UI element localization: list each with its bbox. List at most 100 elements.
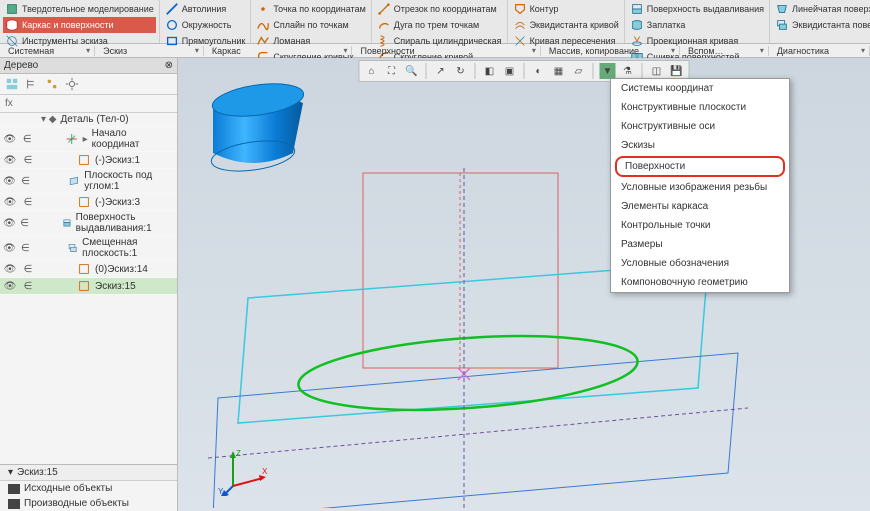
offset-curve-button[interactable]: Эквидистанта кривой	[511, 17, 621, 33]
tab-frame[interactable]: Каркас	[204, 46, 353, 56]
visibility-icon[interactable]: 👁	[3, 176, 16, 187]
vp-fit-icon[interactable]: ▣	[502, 63, 518, 79]
include-icon[interactable]: ∈	[20, 176, 32, 187]
dd-constructive-axes[interactable]: Конструктивные оси	[611, 117, 789, 136]
spline-points-button[interactable]: Сплайн по точкам	[254, 17, 367, 33]
dd-constructive-planes[interactable]: Конструктивные плоскости	[611, 98, 789, 117]
tab-surfaces[interactable]: Поверхности	[352, 46, 540, 56]
dd-layout-geom[interactable]: Компоновочную геометрию	[611, 273, 789, 292]
tree-item-offsetplane[interactable]: 👁∈ Смещенная плоскость:1	[0, 236, 177, 261]
visibility-icon[interactable]: 👁	[3, 243, 16, 254]
viewport-3d[interactable]: ⌂ ⛶ 🔍 ↗ ↻ ◧ ▣ ◐ ▦ ▱ ▼ ⚗ ◫ 💾 Системы коор…	[178, 58, 870, 511]
ruled-icon	[775, 2, 789, 16]
visibility-icon[interactable]: 👁	[3, 281, 17, 292]
tree-item-label: Плоскость под углом:1	[84, 170, 174, 192]
point-icon	[256, 2, 270, 16]
vp-expand-icon[interactable]: ⛶	[384, 63, 400, 79]
segment-icon	[377, 2, 391, 16]
vp-filter-icon[interactable]: ▼	[600, 63, 616, 79]
mode-surface[interactable]: Каркас и поверхности	[3, 17, 156, 33]
tree-item-extrude[interactable]: 👁 ∈ Поверхность выдавливания:1	[0, 211, 177, 236]
tree-filter-icon[interactable]	[45, 77, 59, 91]
include-icon[interactable]: ∈	[21, 155, 35, 166]
tree-item-label: Эскиз:15	[95, 281, 136, 292]
vp-home-icon[interactable]: ⌂	[364, 63, 380, 79]
tree-root[interactable]: ▾ ◆ Деталь (Тел-0)	[0, 113, 177, 127]
panel-pin-icon[interactable]: ⊗	[165, 60, 173, 71]
extrude-surf-button[interactable]: Поверхность выдавливания	[628, 1, 766, 17]
visibility-icon[interactable]: 👁	[3, 134, 17, 145]
include-icon[interactable]: ∈	[21, 281, 35, 292]
include-icon[interactable]: ∈	[21, 134, 35, 145]
folder-icon	[8, 484, 20, 494]
tree-item-angleplane[interactable]: 👁 ∈ Плоскость под углом:1	[0, 169, 177, 194]
circle-button[interactable]: Окружность	[163, 17, 248, 33]
tree-item-sketch14[interactable]: 👁 ∈ (0)Эскиз:14	[0, 261, 177, 278]
dd-thread-images[interactable]: Условные изображения резьбы	[611, 178, 789, 197]
segment-coord-button[interactable]: Отрезок по координатам	[375, 1, 504, 17]
visibility-icon[interactable]: 👁	[3, 218, 16, 229]
vp-wire-icon[interactable]: ▦	[551, 63, 567, 79]
tab-diag[interactable]: Диагностика	[769, 46, 870, 56]
vp-persp-icon[interactable]: ▱	[571, 63, 587, 79]
tree-item-sketch1[interactable]: 👁∈ (-)Эскиз:1	[0, 152, 177, 169]
dd-coord-systems[interactable]: Системы координат	[611, 79, 789, 98]
origin-icon	[65, 132, 79, 146]
derived-objects-row[interactable]: Производные объекты	[0, 496, 177, 511]
vp-zoom-icon[interactable]: 🔍	[404, 63, 420, 79]
ruled-surf-button[interactable]: Линейчатая поверхность	[773, 1, 870, 17]
tree-item-origin[interactable]: 👁∈ ▸ Начало координат	[0, 127, 177, 152]
dd-control-points[interactable]: Контрольные точки	[611, 216, 789, 235]
tree-root-label: Деталь (Тел-0)	[61, 114, 129, 125]
patch-button[interactable]: Заплатка	[628, 17, 766, 33]
include-icon[interactable]: ∈	[21, 197, 35, 208]
tree-settings-icon[interactable]	[65, 77, 79, 91]
tree-view-icon[interactable]	[5, 77, 19, 91]
ribbon-seg: Отрезок по координатам Дуга по трем точк…	[372, 0, 508, 43]
axis-gizmo[interactable]: Z X Y	[218, 446, 268, 496]
include-icon[interactable]: ∈	[20, 218, 30, 229]
tree-item-label: (0)Эскиз:14	[95, 264, 148, 275]
vp-display-filter-icon[interactable]: ⚗	[620, 63, 636, 79]
tree-item-sketch3[interactable]: 👁∈ (-)Эскиз:3	[0, 194, 177, 211]
vp-section-icon[interactable]: ◫	[649, 63, 665, 79]
include-icon[interactable]: ∈	[21, 264, 35, 275]
dd-frame-elements[interactable]: Элементы каркаса	[611, 197, 789, 216]
tab-system[interactable]: Системная	[0, 46, 95, 56]
tree-item-sketch15[interactable]: 👁 ∈ Эскиз:15	[0, 278, 177, 295]
vp-orbit-icon[interactable]: ↻	[453, 63, 469, 79]
visibility-icon[interactable]: 👁	[3, 155, 17, 166]
dd-dimensions[interactable]: Размеры	[611, 235, 789, 254]
contour-button[interactable]: Контур	[511, 1, 621, 17]
row-label: Производные объекты	[24, 498, 129, 509]
tree-item-label: Поверхность выдавливания:1	[76, 212, 174, 234]
vp-pointer-icon[interactable]: ↗	[433, 63, 449, 79]
tree-toolbar	[0, 74, 177, 95]
mode-label: Каркас и поверхности	[22, 20, 114, 31]
tab-sketch[interactable]: Эскиз	[95, 46, 204, 56]
autoline-button[interactable]: Автолиния	[163, 1, 248, 17]
tree-panel-header: Дерево ⊗	[0, 58, 177, 74]
tab-array[interactable]: Массив, копирование	[541, 46, 680, 56]
bottom-header[interactable]: ▾Эскиз:15	[0, 465, 177, 481]
vp-iso-icon[interactable]: ◧	[482, 63, 498, 79]
tree-panel-title: Дерево	[4, 60, 38, 71]
dd-symbols[interactable]: Условные обозначения	[611, 254, 789, 273]
fx-formula-bar[interactable]: fx	[0, 95, 177, 113]
extrude-surf-icon	[62, 216, 72, 230]
tree-struct-icon[interactable]	[25, 77, 39, 91]
visibility-icon[interactable]: 👁	[3, 197, 17, 208]
offset-surf-button[interactable]: Эквидистанта поверхности	[773, 17, 870, 33]
visibility-icon[interactable]: 👁	[3, 264, 17, 275]
include-icon[interactable]: ∈	[20, 243, 31, 254]
arc3pt-button[interactable]: Дуга по трем точкам	[375, 17, 504, 33]
mode-solid[interactable]: Твердотельное моделирование	[3, 1, 156, 17]
dd-surfaces[interactable]: Поверхности	[615, 156, 785, 177]
source-objects-row[interactable]: Исходные объекты	[0, 481, 177, 496]
vp-save-view-icon[interactable]: 💾	[669, 63, 685, 79]
tab-aux[interactable]: Вспом…	[680, 46, 769, 56]
dd-sketches[interactable]: Эскизы	[611, 136, 789, 155]
point-coord-button[interactable]: Точка по координатам	[254, 1, 367, 17]
ribbon-ruled: Линейчатая поверхность Эквидистанта пове…	[770, 0, 870, 43]
vp-shade-icon[interactable]: ◐	[531, 63, 547, 79]
